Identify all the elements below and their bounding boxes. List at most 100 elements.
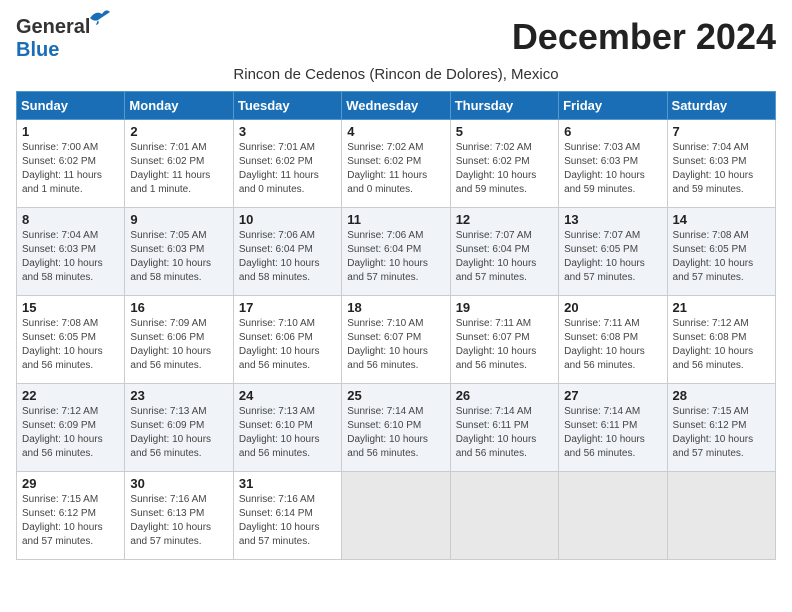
calendar-week-row: 15 Sunrise: 7:08 AM Sunset: 6:05 PM Dayli… — [17, 296, 776, 384]
calendar-cell — [667, 472, 775, 560]
day-info: Sunrise: 7:04 AM Sunset: 6:03 PM Dayligh… — [673, 141, 770, 197]
day-info: Sunrise: 7:01 AM Sunset: 6:02 PM Dayligh… — [130, 141, 227, 197]
day-info: Sunrise: 7:11 AM Sunset: 6:08 PM Dayligh… — [564, 317, 661, 373]
day-number: 4 — [347, 124, 444, 139]
header-day-wednesday: Wednesday — [342, 92, 450, 120]
day-info: Sunrise: 7:14 AM Sunset: 6:11 PM Dayligh… — [456, 405, 553, 461]
header-day-monday: Monday — [125, 92, 233, 120]
day-info: Sunrise: 7:01 AM Sunset: 6:02 PM Dayligh… — [239, 141, 336, 197]
day-number: 30 — [130, 476, 227, 491]
calendar-week-row: 8 Sunrise: 7:04 AM Sunset: 6:03 PM Daylig… — [17, 208, 776, 296]
day-number: 28 — [673, 388, 770, 403]
day-info: Sunrise: 7:04 AM Sunset: 6:03 PM Dayligh… — [22, 229, 119, 285]
calendar-subtitle: Rincon de Cedenos (Rincon de Dolores), M… — [16, 66, 776, 83]
day-number: 14 — [673, 212, 770, 227]
calendar-cell: 9Sunrise: 7:05 AM Sunset: 6:03 PM Daylig… — [125, 208, 233, 296]
calendar-cell: 24 Sunrise: 7:13 AM Sunset: 6:10 PM Dayli… — [233, 384, 341, 472]
day-info: Sunrise: 7:11 AM Sunset: 6:07 PM Dayligh… — [456, 317, 553, 373]
logo-blue-text: Blue — [16, 39, 59, 61]
day-number: 29 — [22, 476, 119, 491]
day-info: Sunrise: 7:15 AM Sunset: 6:12 PM Dayligh… — [673, 405, 770, 461]
day-info: Sunrise: 7:05 AM Sunset: 6:03 PM Dayligh… — [130, 229, 227, 285]
day-info: Sunrise: 7:12 AM Sunset: 6:08 PM Dayligh… — [673, 317, 770, 373]
header-day-friday: Friday — [559, 92, 667, 120]
day-number: 5 — [456, 124, 553, 139]
calendar-cell: 30 Sunrise: 7:16 AM Sunset: 6:13 PM Dayli… — [125, 472, 233, 560]
calendar-cell — [342, 472, 450, 560]
calendar-cell: 20 Sunrise: 7:11 AM Sunset: 6:08 PM Dayli… — [559, 296, 667, 384]
logo-bird-icon — [88, 8, 112, 26]
day-number: 20 — [564, 300, 661, 315]
day-info: Sunrise: 7:02 AM Sunset: 6:02 PM Dayligh… — [347, 141, 444, 197]
calendar-cell: 15 Sunrise: 7:08 AM Sunset: 6:05 PM Dayli… — [17, 296, 125, 384]
day-info: Sunrise: 7:13 AM Sunset: 6:09 PM Dayligh… — [130, 405, 227, 461]
calendar-cell: 19Sunrise: 7:11 AM Sunset: 6:07 PM Dayli… — [450, 296, 558, 384]
day-info: Sunrise: 7:08 AM Sunset: 6:05 PM Dayligh… — [22, 317, 119, 373]
day-number: 24 — [239, 388, 336, 403]
day-number: 25 — [347, 388, 444, 403]
day-info: Sunrise: 7:02 AM Sunset: 6:02 PM Dayligh… — [456, 141, 553, 197]
day-info: Sunrise: 7:07 AM Sunset: 6:05 PM Dayligh… — [564, 229, 661, 285]
calendar-cell: 22 Sunrise: 7:12 AM Sunset: 6:09 PM Dayli… — [17, 384, 125, 472]
day-info: Sunrise: 7:13 AM Sunset: 6:10 PM Dayligh… — [239, 405, 336, 461]
calendar-cell: 7 Sunrise: 7:04 AM Sunset: 6:03 PM Daylig… — [667, 120, 775, 208]
calendar-cell: 12Sunrise: 7:07 AM Sunset: 6:04 PM Dayli… — [450, 208, 558, 296]
calendar-week-row: 22 Sunrise: 7:12 AM Sunset: 6:09 PM Dayli… — [17, 384, 776, 472]
header-day-sunday: Sunday — [17, 92, 125, 120]
day-info: Sunrise: 7:09 AM Sunset: 6:06 PM Dayligh… — [130, 317, 227, 373]
calendar-cell: 10 Sunrise: 7:06 AM Sunset: 6:04 PM Dayli… — [233, 208, 341, 296]
calendar-cell: 4 Sunrise: 7:02 AM Sunset: 6:02 PM Daylig… — [342, 120, 450, 208]
calendar-cell: 8 Sunrise: 7:04 AM Sunset: 6:03 PM Daylig… — [17, 208, 125, 296]
day-number: 26 — [456, 388, 553, 403]
calendar-table: SundayMondayTuesdayWednesdayThursdayFrid… — [16, 91, 776, 560]
calendar-cell: 6 Sunrise: 7:03 AM Sunset: 6:03 PM Daylig… — [559, 120, 667, 208]
calendar-cell: 25 Sunrise: 7:14 AM Sunset: 6:10 PM Dayli… — [342, 384, 450, 472]
day-number: 23 — [130, 388, 227, 403]
day-info: Sunrise: 7:06 AM Sunset: 6:04 PM Dayligh… — [347, 229, 444, 285]
day-number: 1 — [22, 124, 119, 139]
day-number: 2 — [130, 124, 227, 139]
day-number: 17 — [239, 300, 336, 315]
day-number: 8 — [22, 212, 119, 227]
day-number: 12 — [456, 212, 553, 227]
calendar-cell: 27Sunrise: 7:14 AM Sunset: 6:11 PM Dayli… — [559, 384, 667, 472]
day-info: Sunrise: 7:14 AM Sunset: 6:10 PM Dayligh… — [347, 405, 444, 461]
day-number: 10 — [239, 212, 336, 227]
calendar-cell: 13 Sunrise: 7:07 AM Sunset: 6:05 PM Dayli… — [559, 208, 667, 296]
calendar-cell: 21 Sunrise: 7:12 AM Sunset: 6:08 PM Dayli… — [667, 296, 775, 384]
day-info: Sunrise: 7:10 AM Sunset: 6:07 PM Dayligh… — [347, 317, 444, 373]
day-number: 22 — [22, 388, 119, 403]
day-info: Sunrise: 7:16 AM Sunset: 6:14 PM Dayligh… — [239, 493, 336, 549]
day-info: Sunrise: 7:15 AM Sunset: 6:12 PM Dayligh… — [22, 493, 119, 549]
day-number: 11 — [347, 212, 444, 227]
day-info: Sunrise: 7:06 AM Sunset: 6:04 PM Dayligh… — [239, 229, 336, 285]
calendar-cell: 3 Sunrise: 7:01 AM Sunset: 6:02 PM Daylig… — [233, 120, 341, 208]
calendar-cell: 2 Sunrise: 7:01 AM Sunset: 6:02 PM Daylig… — [125, 120, 233, 208]
page-header: General Blue December 2024 — [16, 16, 776, 62]
day-number: 3 — [239, 124, 336, 139]
calendar-header-row: SundayMondayTuesdayWednesdayThursdayFrid… — [17, 92, 776, 120]
day-number: 18 — [347, 300, 444, 315]
calendar-cell: 31Sunrise: 7:16 AM Sunset: 6:14 PM Dayli… — [233, 472, 341, 560]
calendar-cell — [450, 472, 558, 560]
calendar-week-row: 1Sunrise: 7:00 AM Sunset: 6:02 PM Daylig… — [17, 120, 776, 208]
day-info: Sunrise: 7:12 AM Sunset: 6:09 PM Dayligh… — [22, 405, 119, 461]
day-info: Sunrise: 7:08 AM Sunset: 6:05 PM Dayligh… — [673, 229, 770, 285]
day-number: 13 — [564, 212, 661, 227]
calendar-cell: 16Sunrise: 7:09 AM Sunset: 6:06 PM Dayli… — [125, 296, 233, 384]
calendar-cell: 11 Sunrise: 7:06 AM Sunset: 6:04 PM Dayli… — [342, 208, 450, 296]
calendar-cell: 14 Sunrise: 7:08 AM Sunset: 6:05 PM Dayli… — [667, 208, 775, 296]
calendar-cell: 17Sunrise: 7:10 AM Sunset: 6:06 PM Dayli… — [233, 296, 341, 384]
calendar-cell: 23 Sunrise: 7:13 AM Sunset: 6:09 PM Dayli… — [125, 384, 233, 472]
day-info: Sunrise: 7:16 AM Sunset: 6:13 PM Dayligh… — [130, 493, 227, 549]
calendar-week-row: 29 Sunrise: 7:15 AM Sunset: 6:12 PM Dayli… — [17, 472, 776, 560]
calendar-cell: 5 Sunrise: 7:02 AM Sunset: 6:02 PM Daylig… — [450, 120, 558, 208]
day-number: 7 — [673, 124, 770, 139]
day-info: Sunrise: 7:14 AM Sunset: 6:11 PM Dayligh… — [564, 405, 661, 461]
day-number: 21 — [673, 300, 770, 315]
day-number: 15 — [22, 300, 119, 315]
calendar-cell: 29 Sunrise: 7:15 AM Sunset: 6:12 PM Dayli… — [17, 472, 125, 560]
day-info: Sunrise: 7:03 AM Sunset: 6:03 PM Dayligh… — [564, 141, 661, 197]
day-number: 6 — [564, 124, 661, 139]
calendar-cell: 1Sunrise: 7:00 AM Sunset: 6:02 PM Daylig… — [17, 120, 125, 208]
